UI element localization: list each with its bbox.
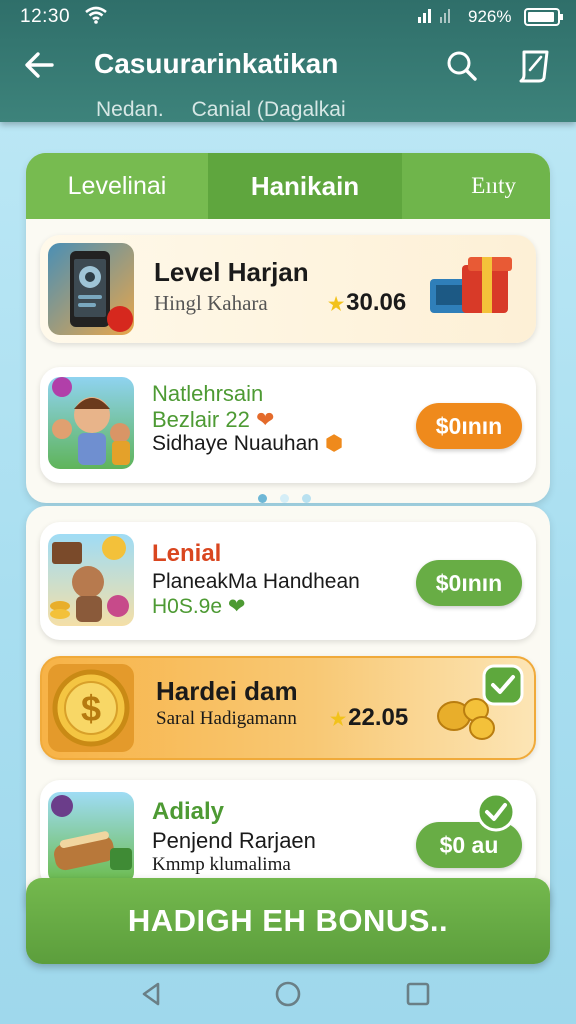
star-icon: ★ [328,294,345,314]
page-title: Casuurarinkatikan [94,48,339,79]
offer-card-lenial[interactable]: Lenial PlaneakMa Handhean H0S.9e ❤ $0ını… [40,522,536,640]
subtitle-part-2: Canial (Dagalkai [191,98,346,121]
nav-recents-icon[interactable] [404,980,432,1008]
card-value-text: 22.05 [348,704,409,731]
tab-entry[interactable]: Eııty [402,153,550,219]
food-item-thumbnail [48,792,134,884]
app-header: 12:30 926% Casuurarinkatikan Nedan. Cani… [0,0,576,122]
reward-card-level[interactable]: Level Harjan Hingl Kahara ★30.06 [40,235,536,343]
page-dot[interactable] [302,494,311,503]
card-line-2: H0S.9e ❤ [152,594,246,619]
claim-button[interactable]: $0ının [416,403,522,449]
gift-box-icon [430,257,512,313]
phone-app-thumbnail [48,243,134,335]
card-line-2: Kmmp klumalima [152,854,291,875]
card-title: Natlehrsain [152,381,264,406]
tab-bar: Levelinai Hanikain Eııty [26,153,550,219]
battery-percent: 926% [468,7,512,26]
heart-icon: ❤ [227,595,246,618]
status-time: 12:30 [20,6,71,27]
card-value: ★30.06 [328,289,406,317]
gold-coin-thumbnail: $ [48,664,134,752]
tab-levelinai[interactable]: Levelinai [26,153,208,219]
card-title: Hardei dam [156,676,298,706]
search-icon[interactable] [446,50,478,82]
tab-hanikain[interactable]: Hanikain [208,153,402,219]
app-subtitle: Nedan. Canial (Dagalkai [96,98,368,122]
reward-card-game[interactable]: Natlehrsain Bezlair 22 ❤ Sidhaye Nuauhan… [40,367,536,483]
claim-button[interactable]: $0ının [416,560,522,606]
cartoon-family-thumbnail [48,377,134,469]
star-icon: ★ [330,709,347,729]
check-badge-icon [482,664,524,706]
card-line-2-text: H0S.9e [152,595,223,618]
system-nav-bar [0,964,576,1024]
note-edit-icon[interactable] [516,48,552,84]
card-title: Level Harjan [154,257,309,287]
card-value-text: 30.06 [346,289,407,316]
card-line-2: Sidhaye Nuauhan ⬢ [152,431,343,456]
card-subtitle: Saral Hadigamann [156,708,297,729]
card-title: Adialy [152,798,225,825]
card-line-1: PlaneakMa Handhean [152,570,360,593]
card-line-1: Bezlair 22 ❤ [152,407,274,433]
bonus-button[interactable]: HADIGH EH BONUS.. [26,878,550,964]
offer-card-hardei[interactable]: $ Hardei dam Saral Hadigamann ★22.05 [40,656,536,760]
treasure-character-thumbnail [48,534,134,626]
page-dot-active[interactable] [258,494,267,503]
offers-panel: Lenial PlaneakMa Handhean H0S.9e ❤ $0ını… [26,506,550,906]
card-title: Lenial [152,540,222,567]
card-line-1-text: Bezlair 22 [152,407,250,432]
card-value: ★22.05 [330,704,408,732]
nav-back-icon[interactable] [138,980,166,1008]
battery-icon [524,8,563,26]
svg-text:$: $ [81,688,101,729]
nav-home-icon[interactable] [274,980,302,1008]
back-arrow-icon[interactable] [22,48,56,82]
page-indicator [258,494,318,504]
check-badge-icon [476,792,516,832]
page-dot[interactable] [280,494,289,503]
heart-icon: ❤ [255,407,275,432]
subtitle-part-1: Nedan. [96,98,164,121]
card-subtitle: Hingl Kahara [154,291,268,315]
status-bar: 12:30 926% [0,0,576,34]
offer-card-adialy[interactable]: Adialy Penjend Rarjaen Kmmp klumalima $0… [40,780,536,890]
card-line-1: Penjend Rarjaen [152,828,316,853]
rewards-panel: Levelinai Hanikain Eııty Level Harjan Hi… [26,153,550,503]
wifi-icon [85,6,107,24]
shield-icon: ⬢ [324,432,344,455]
signal-icon [418,9,450,23]
card-line-2-text: Sidhaye Nuauhan [152,432,319,455]
